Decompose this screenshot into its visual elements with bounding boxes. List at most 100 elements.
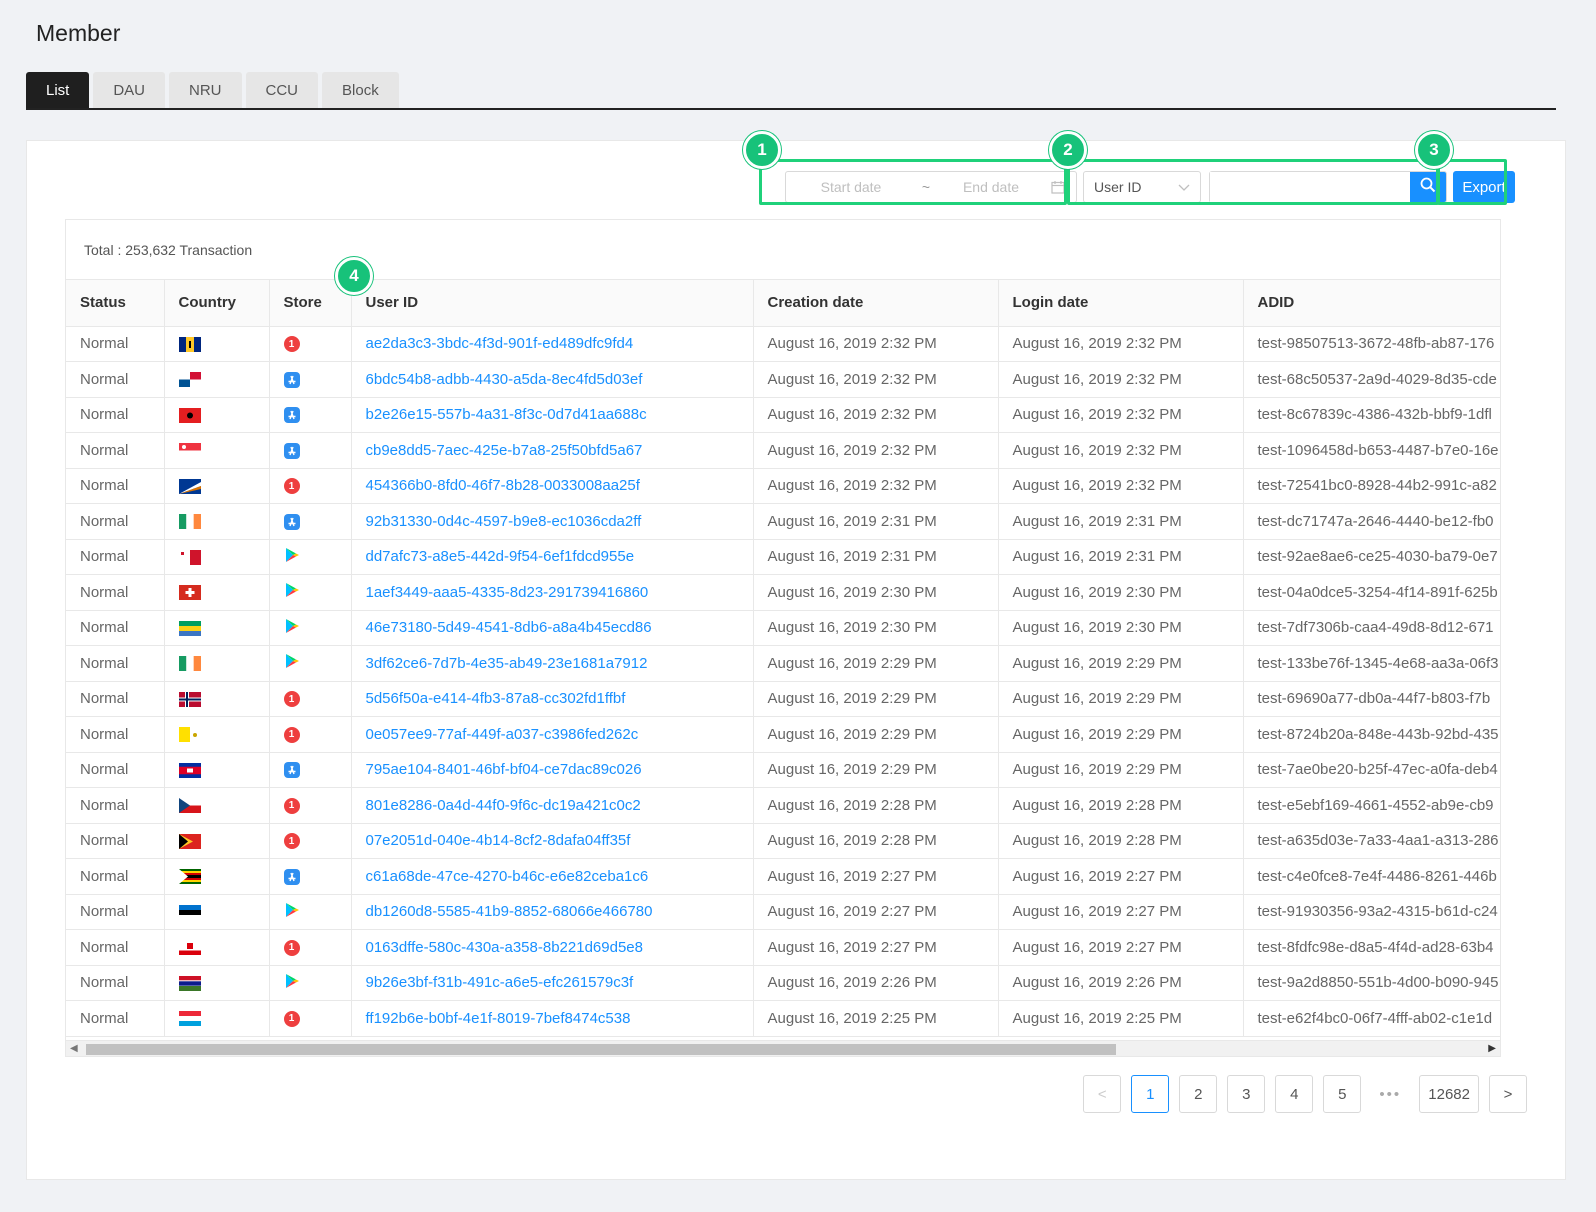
adid-cell: test-91930356-93a2-4315-b61d-c24 [1243,894,1500,930]
range-separator: ~ [921,179,931,195]
store-cell [269,432,352,469]
country-cell [164,574,270,611]
user-id-link[interactable]: ff192b6e-b0bf-4e1f-8019-7bef8474c538 [351,1000,754,1037]
status-cell: Normal [66,858,165,895]
table-row: Normal 1 454366b0-8fd0-46f7-8b28-0033008aa… [66,468,1500,504]
creation-date-cell: August 16, 2019 2:28 PM [753,787,999,824]
user-id-link[interactable]: cb9e8dd5-7aec-425e-b7a8-25f50bfd5a67 [351,432,754,469]
country-cell [164,610,270,646]
country-cell [164,539,270,575]
user-id-link[interactable]: 0e057ee9-77af-449f-a037-c3986fed262c [351,716,754,753]
login-date-cell: August 16, 2019 2:29 PM [998,716,1244,753]
user-id-link[interactable]: 46e73180-5d49-4541-8db6-a8a4b45ecd86 [351,610,754,646]
store-cell: 1 [269,823,352,859]
login-date-cell: August 16, 2019 2:27 PM [998,858,1244,895]
tab-list[interactable]: List [26,72,90,108]
next-page-button[interactable]: > [1489,1075,1527,1113]
user-id-link[interactable]: 92b31330-0d4c-4597-b9e8-ec1036cda2ff [351,503,754,540]
export-button[interactable]: Export [1453,171,1515,203]
user-id-link[interactable]: 1aef3449-aaa5-4335-8d23-291739416860 [351,574,754,611]
creation-date-cell: August 16, 2019 2:32 PM [753,397,999,433]
country-cell [164,361,270,398]
user-id-link[interactable]: 6bdc54b8-adbb-4430-a5da-8ec4fd5d03ef [351,361,754,398]
status-cell: Normal [66,361,165,398]
date-range-picker[interactable]: Start date ~ End date [785,171,1077,203]
column-header-user-id[interactable]: User ID [351,280,754,327]
page-button-5[interactable]: 5 [1323,1075,1362,1113]
login-date-cell: August 16, 2019 2:32 PM [998,361,1244,398]
horizontal-scrollbar[interactable]: ◀ ▶ [66,1040,1500,1056]
creation-date-cell: August 16, 2019 2:27 PM [753,894,999,930]
country-cell [164,681,270,717]
column-header-country[interactable]: Country [164,280,270,327]
user-id-link[interactable]: 454366b0-8fd0-46f7-8b28-0033008aa25f [351,468,754,504]
app-store-icon [283,407,300,424]
gambia-flag [178,975,201,991]
login-date-cell: August 16, 2019 2:27 PM [998,894,1244,930]
user-id-link[interactable]: c61a68de-47ce-4270-b46c-e6e82ceba1c6 [351,858,754,895]
creation-date-cell: August 16, 2019 2:32 PM [753,468,999,504]
page-button-4[interactable]: 4 [1275,1075,1314,1113]
tab-nru[interactable]: NRU [169,72,242,108]
table-row: Normal 1 ae2da3c3-3bdc-4f3d-901f-ed489dfc9… [66,326,1500,362]
search-type-select[interactable]: User ID [1083,171,1201,203]
user-id-link[interactable]: 0163dffe-580c-430a-a358-8b221d69d5e8 [351,929,754,966]
adid-cell: test-c4e0fce8-7e4f-4486-8261-446b [1243,858,1500,895]
login-date-cell: August 16, 2019 2:29 PM [998,645,1244,682]
onestore-icon: 1 [283,478,300,495]
tab-bar: List DAU NRU CCU Block [26,72,1556,110]
column-header-creation-date[interactable]: Creation date [753,280,999,327]
end-date-input[interactable]: End date [936,179,1046,195]
creation-date-cell: August 16, 2019 2:29 PM [753,681,999,717]
prev-page-button[interactable]: < [1083,1075,1122,1113]
user-id-link[interactable]: dd7afc73-a8e5-442d-9f54-6ef1fdcd955e [351,539,754,575]
store-cell: 1 [269,716,352,753]
column-header-adid[interactable]: ADID [1243,280,1500,327]
start-date-input[interactable]: Start date [786,179,916,195]
user-id-link[interactable]: 3df62ce6-7d7b-4e35-ab49-23e1681a7912 [351,645,754,682]
annotation-badge-3: 3 [1415,131,1453,169]
page-button-3[interactable]: 3 [1227,1075,1266,1113]
user-id-link[interactable]: 795ae104-8401-46bf-bf04-ce7dac89c026 [351,752,754,788]
table-row: Normal c61a68de-47ce-4270-b46c-e6e82ceba1… [66,858,1500,895]
user-id-link[interactable]: ae2da3c3-3bdc-4f3d-901f-ed489dfc9fd4 [351,326,754,362]
user-id-link[interactable]: db1260d8-5585-41b9-8852-68066e466780 [351,894,754,930]
last-page-button[interactable]: 12682 [1419,1075,1479,1113]
creation-date-cell: August 16, 2019 2:31 PM [753,503,999,540]
login-date-cell: August 16, 2019 2:28 PM [998,823,1244,859]
status-cell: Normal [66,716,165,753]
onestore-icon: 1 [283,797,300,814]
user-id-link[interactable]: 9b26e3bf-f31b-491c-a6e5-efc261579c3f [351,965,754,1001]
page-button-1[interactable]: 1 [1131,1075,1170,1113]
user-id-link[interactable]: b2e26e15-557b-4a31-8f3c-0d7d41aa688c [351,397,754,433]
user-id-link[interactable]: 07e2051d-040e-4b14-8cf2-8dafa04ff35f [351,823,754,859]
google-play-icon [284,973,300,993]
pagination-ellipsis[interactable]: ••• [1371,1075,1410,1113]
scroll-left-icon[interactable]: ◀ [70,1043,78,1054]
user-id-link[interactable]: 5d56f50a-e414-4fb3-87a8-cc302fd1ffbf [351,681,754,717]
country-cell [164,645,270,682]
panama-flag [178,372,201,388]
scroll-right-icon[interactable]: ▶ [1488,1043,1496,1054]
login-date-cell: August 16, 2019 2:28 PM [998,787,1244,824]
search-input[interactable] [1210,172,1410,202]
login-date-cell: August 16, 2019 2:32 PM [998,468,1244,504]
column-header-login-date[interactable]: Login date [998,280,1244,327]
store-cell [269,361,352,398]
tab-dau[interactable]: DAU [93,72,166,108]
store-cell [269,752,352,788]
page-button-2[interactable]: 2 [1179,1075,1218,1113]
tab-block[interactable]: Block [322,72,399,108]
creation-date-cell: August 16, 2019 2:29 PM [753,645,999,682]
calendar-icon [1046,180,1070,194]
column-header-status[interactable]: Status [66,280,165,327]
login-date-cell: August 16, 2019 2:31 PM [998,503,1244,540]
scrollbar-thumb[interactable] [86,1044,1116,1055]
tab-ccu[interactable]: CCU [245,72,319,108]
user-id-link[interactable]: 801e8286-0a4d-44f0-9f6c-dc19a421c0c2 [351,787,754,824]
store-cell [269,503,352,540]
google-play-icon [284,653,300,673]
store-cell [269,858,352,895]
creation-date-cell: August 16, 2019 2:27 PM [753,858,999,895]
search-button[interactable] [1410,172,1446,202]
